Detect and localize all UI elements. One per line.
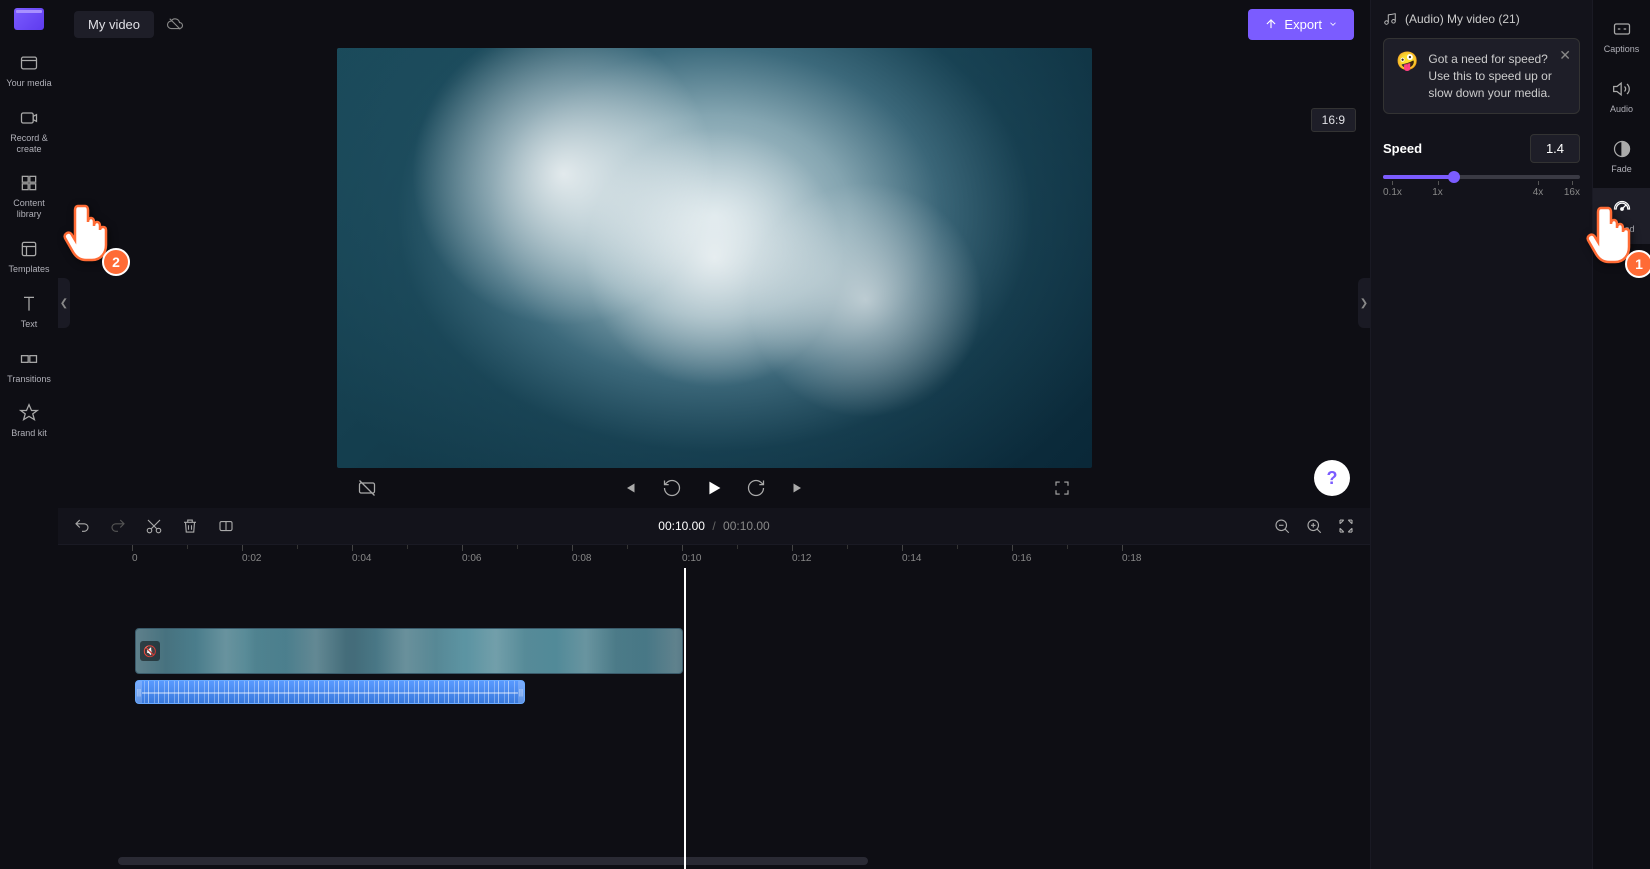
speed-tip-box: 🤪 Got a need for speed? Use this to spee… [1383, 38, 1580, 114]
right-sidebar-captions[interactable]: Captions [1593, 8, 1650, 64]
skip-back-icon[interactable] [618, 476, 642, 500]
zoom-out-button[interactable] [1270, 514, 1294, 538]
sidebar-transitions[interactable]: Transitions [0, 340, 58, 393]
timeline-scrollbar[interactable] [118, 857, 868, 865]
play-button[interactable] [702, 476, 726, 500]
project-title[interactable]: My video [74, 11, 154, 38]
speed-icon [1611, 198, 1633, 220]
sidebar-record[interactable]: Record & create [0, 99, 58, 163]
top-bar: My video Export [58, 0, 1370, 48]
video-clip[interactable]: 🔇 [135, 628, 683, 674]
tip-emoji: 🤪 [1396, 51, 1418, 101]
forward-icon[interactable] [744, 476, 768, 500]
library-icon [18, 172, 40, 194]
panel-toggle-right[interactable]: ❯ [1358, 278, 1370, 328]
sidebar-content-library[interactable]: Content library [0, 164, 58, 228]
brand-icon [18, 402, 40, 424]
app-logo[interactable] [14, 8, 44, 30]
right-sidebar: Captions Audio Fade Speed 1 [1592, 0, 1650, 869]
time-display: 00:10.00 / 00:10.00 [658, 519, 769, 533]
speed-value-input[interactable] [1530, 134, 1580, 163]
timeline-ruler[interactable]: 0 0:02 0:04 0:06 0:08 0:10 0:12 0:14 0:1… [58, 544, 1370, 568]
speed-slider[interactable] [1383, 175, 1580, 179]
zoom-in-button[interactable] [1302, 514, 1326, 538]
preview-canvas[interactable] [337, 48, 1092, 468]
tip-close-button[interactable]: ✕ [1559, 47, 1571, 64]
skip-forward-icon[interactable] [786, 476, 810, 500]
cloud-sync-icon[interactable] [166, 15, 184, 33]
templates-icon [18, 238, 40, 260]
right-sidebar-audio[interactable]: Audio [1593, 68, 1650, 124]
timeline-tracks[interactable]: 🔇 || || [58, 568, 1370, 869]
speed-slider-thumb[interactable] [1448, 171, 1460, 183]
preview-container: ❮ ❯ 16:9 ? [58, 48, 1370, 508]
sidebar-text[interactable]: Text [0, 285, 58, 338]
sidebar-your-media[interactable]: Your media [0, 44, 58, 97]
playhead[interactable] [684, 568, 686, 869]
right-sidebar-speed[interactable]: Speed 1 [1593, 188, 1650, 244]
right-panel: (Audio) My video (21) 🤪 Got a need for s… [1370, 0, 1592, 869]
speed-label: Speed [1383, 141, 1422, 156]
time-total: 00:10.00 [723, 519, 770, 533]
delete-button[interactable] [178, 514, 202, 538]
fullscreen-icon[interactable] [1050, 476, 1074, 500]
fade-icon [1611, 138, 1633, 160]
upload-icon [1264, 17, 1278, 31]
audio-waveform [142, 681, 518, 703]
help-button[interactable]: ? [1314, 460, 1350, 496]
captions-icon [1611, 18, 1633, 40]
transitions-icon [18, 348, 40, 370]
music-note-icon [1383, 12, 1397, 26]
speed-slider-fill [1383, 175, 1454, 179]
redo-button[interactable] [106, 514, 130, 538]
speed-ticks: 0.1x 1x 4x 16x [1383, 187, 1580, 198]
record-icon [18, 107, 40, 129]
panel-toggle-left[interactable]: ❮ [58, 278, 70, 328]
audio-info-bar: (Audio) My video (21) [1383, 12, 1580, 26]
captions-toggle-icon[interactable] [355, 476, 379, 500]
audio-handle-right[interactable]: || [518, 681, 524, 703]
timeline-toolbar: 00:10.00 / 00:10.00 [58, 508, 1370, 544]
text-icon [18, 293, 40, 315]
speed-section: Speed 0.1x 1x 4x 16x [1383, 134, 1580, 198]
right-sidebar-fade[interactable]: Fade [1593, 128, 1650, 184]
tip-text: Got a need for speed? Use this to speed … [1428, 51, 1567, 101]
audio-icon [1611, 78, 1633, 100]
playback-bar [337, 468, 1092, 508]
clip-mute-icon[interactable]: 🔇 [140, 641, 160, 661]
audio-clip[interactable]: || || [135, 680, 525, 704]
rewind-icon[interactable] [660, 476, 684, 500]
aspect-ratio-badge[interactable]: 16:9 [1311, 108, 1356, 132]
left-sidebar: Your media Record & create Content libra… [0, 0, 58, 869]
sidebar-brand-kit[interactable]: Brand kit [0, 394, 58, 447]
undo-button[interactable] [70, 514, 94, 538]
export-button[interactable]: Export [1248, 9, 1354, 40]
split-button[interactable] [214, 514, 238, 538]
fit-button[interactable] [1334, 514, 1358, 538]
time-current: 00:10.00 [658, 519, 705, 533]
sidebar-templates[interactable]: Templates [0, 230, 58, 283]
media-icon [18, 52, 40, 74]
chevron-down-icon [1328, 19, 1338, 29]
cut-button[interactable] [142, 514, 166, 538]
